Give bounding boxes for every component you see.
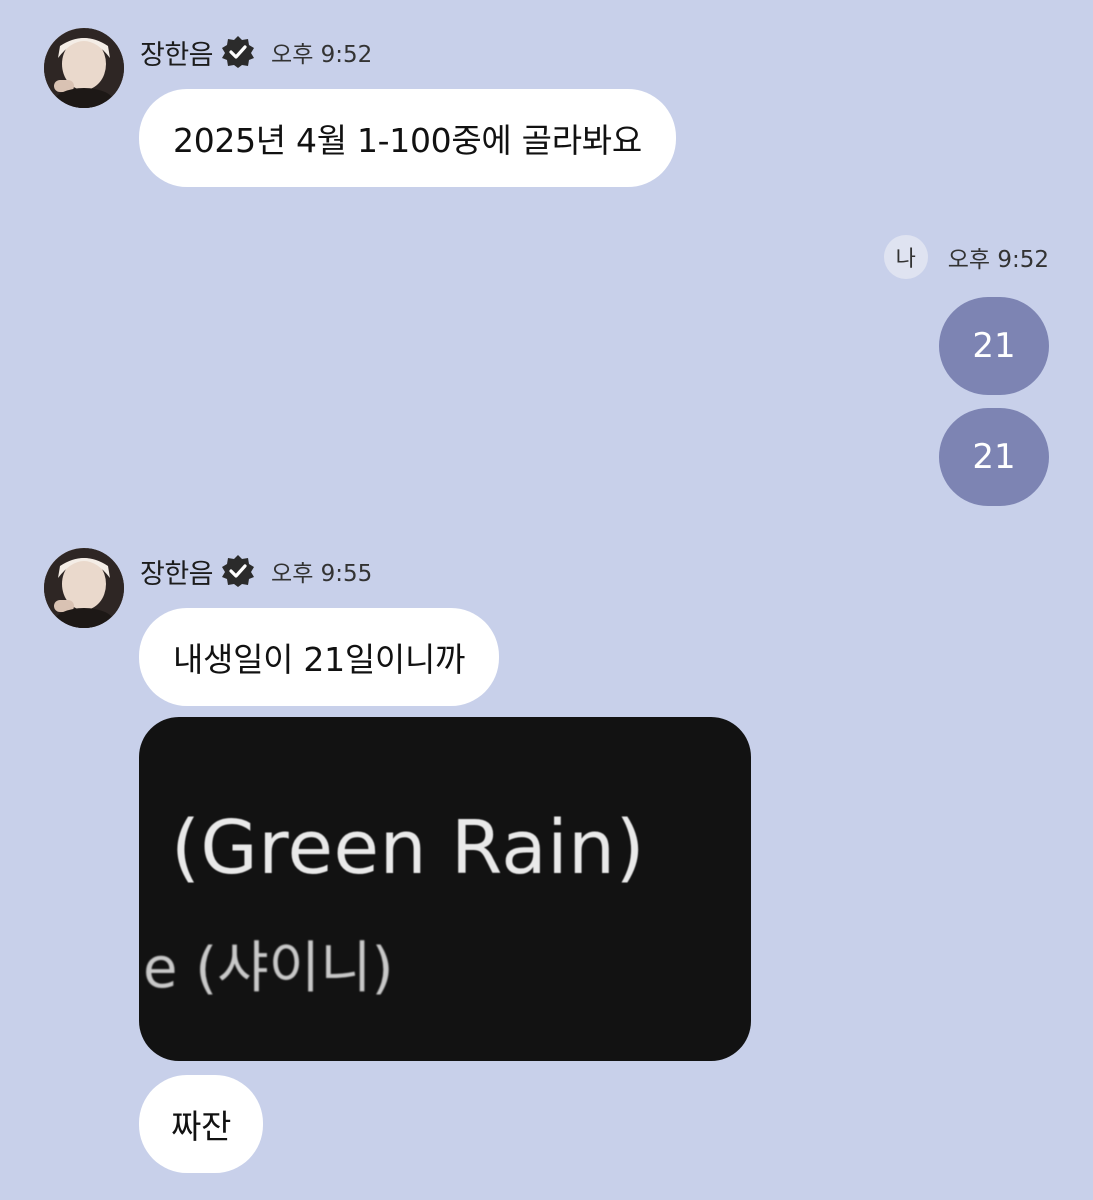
message-text: 내생일이 21일이니까 [173,640,466,679]
image-text-line: (Green Rain) [171,805,645,891]
contact-avatar[interactable] [44,548,124,628]
image-text-line: e (샤이니) [143,936,394,1001]
sender-header: 장한음 오후 9:52 [140,32,372,72]
me-badge: 나 [883,235,928,279]
verified-badge-icon [221,35,255,69]
message-text: 짜잔 [171,1107,232,1146]
avatar-photo-icon [44,548,124,628]
incoming-message-bubble[interactable]: 2025년 4월 1-100중에 골라봐요 [139,89,676,187]
verified-badge-icon [221,554,255,588]
sender-name[interactable]: 장한음 [140,552,214,591]
outgoing-message-bubble[interactable]: 21 [939,408,1049,506]
incoming-message-bubble[interactable]: 내생일이 21일이니까 [139,608,500,706]
message-text: 21 [972,437,1016,477]
message-text: 2025년 4월 1-100중에 골라봐요 [173,121,642,160]
contact-avatar[interactable] [44,28,124,108]
message-text: 21 [972,326,1016,366]
my-message-header: 나 오후 9:52 [883,235,1049,279]
avatar-photo-icon [44,28,124,108]
sender-header: 장한음 오후 9:55 [140,551,372,591]
incoming-message-bubble[interactable]: 짜잔 [139,1075,264,1173]
message-timestamp: 오후 9:55 [271,561,373,587]
image-message[interactable]: (Green Rain) e (샤이니) [139,717,751,1061]
chat-screen: 장한음 오후 9:52 2025년 4월 1-100중에 골라봐요 나 오후 9… [0,0,1093,1200]
message-timestamp: 오후 9:52 [947,247,1049,273]
sender-name[interactable]: 장한음 [140,33,214,72]
message-timestamp: 오후 9:52 [271,42,373,68]
outgoing-message-bubble[interactable]: 21 [939,297,1049,395]
